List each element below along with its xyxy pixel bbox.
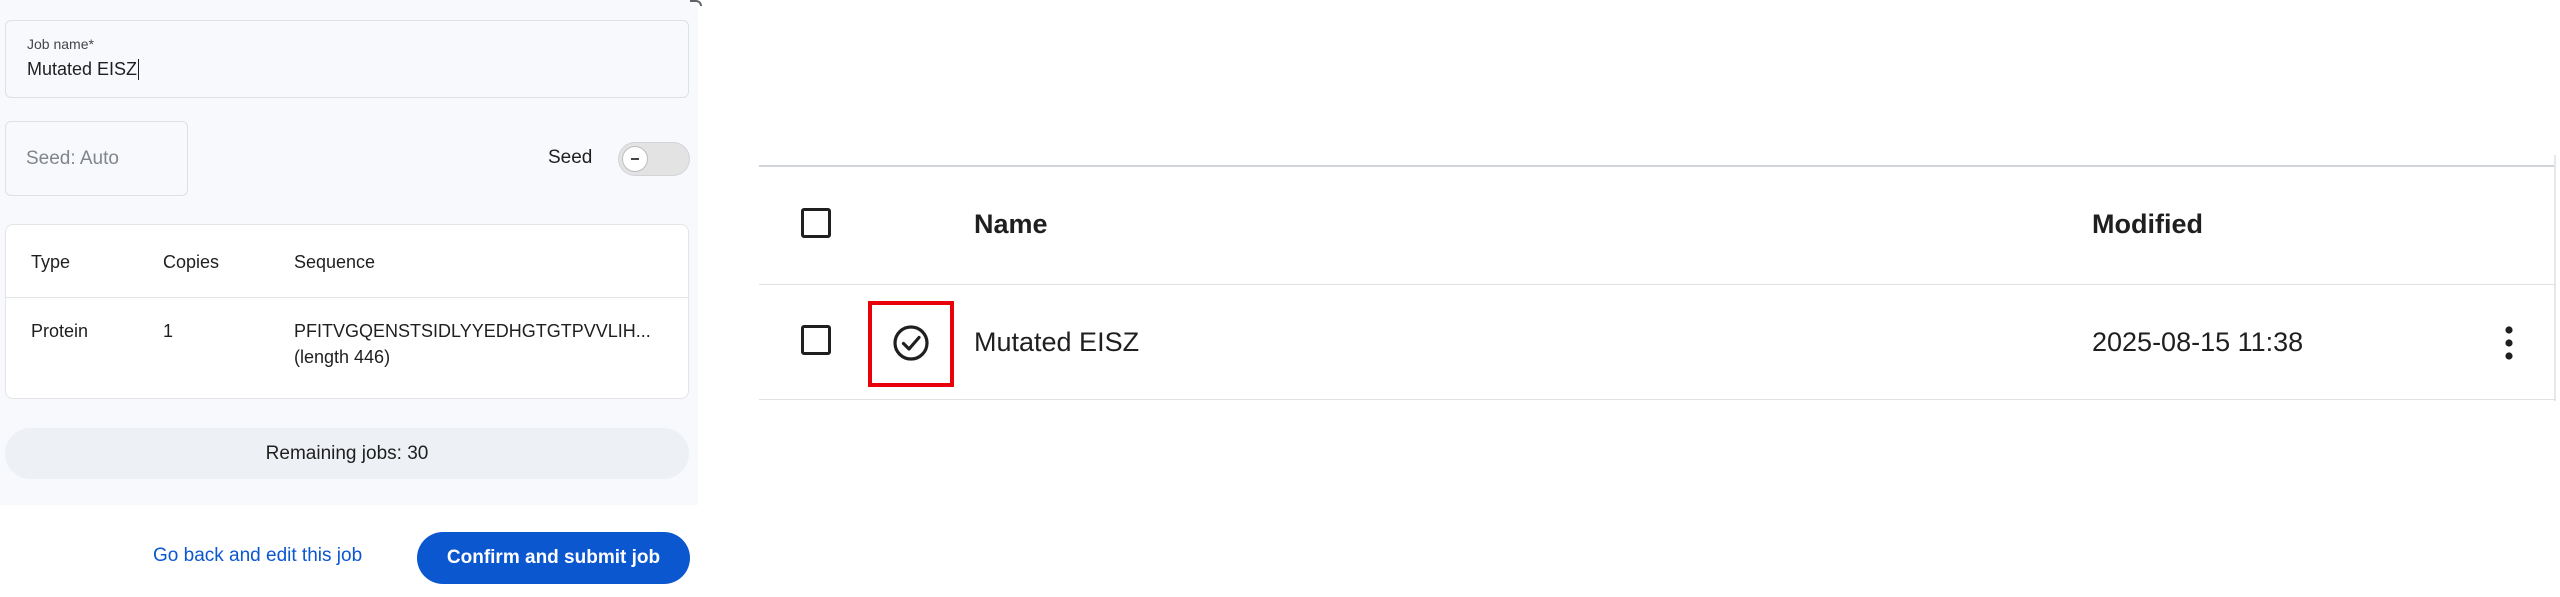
seed-input[interactable] <box>5 121 188 196</box>
job-list: Name Modified Mutated EISZ 2025-08-15 11… <box>759 155 2556 401</box>
header-divider <box>759 284 2556 285</box>
select-all-checkbox[interactable] <box>801 208 831 238</box>
job-name-field[interactable]: Job name* Mutated EISZ <box>5 20 689 98</box>
panel-corner <box>690 0 702 6</box>
cell-sequence: PFITVGQENSTSIDLYYEDHGTGTPVVLIH... <box>294 321 651 341</box>
confirm-submit-button[interactable]: Confirm and submit job <box>417 532 690 584</box>
remaining-jobs-badge: Remaining jobs: 30 <box>5 428 689 479</box>
row-checkbox[interactable] <box>801 325 831 355</box>
list-right-border <box>2554 155 2556 401</box>
toggle-off-icon <box>622 146 648 172</box>
modified-cell: 2025-08-15 11:38 <box>2092 327 2304 357</box>
more-vert-icon[interactable] <box>2494 323 2524 363</box>
column-header-copies: Copies <box>163 252 220 272</box>
list-top-border <box>759 165 2556 167</box>
job-name-input[interactable]: Mutated EISZ <box>27 59 140 80</box>
seed-label: Seed <box>548 147 593 168</box>
job-name-cell[interactable]: Mutated EISZ <box>974 327 1139 358</box>
column-header-type: Type <box>31 252 71 272</box>
row-divider <box>759 399 2556 400</box>
check-circle-icon <box>893 325 929 361</box>
column-header-sequence: Sequence <box>294 252 376 272</box>
sequence-table: Type Copies Sequence Protein 1 PFITVGQEN… <box>5 224 689 399</box>
table-divider <box>6 297 688 298</box>
cell-sequence-length: (length 446) <box>294 347 391 367</box>
column-header-name[interactable]: Name <box>974 209 1048 240</box>
go-back-edit-link[interactable]: Go back and edit this job <box>153 545 362 567</box>
job-confirm-dialog: Job name* Mutated EISZ Seed Type Copies … <box>0 0 698 505</box>
cell-type: Protein <box>31 321 89 341</box>
column-header-modified[interactable]: Modified <box>2092 209 2203 240</box>
seed-toggle[interactable] <box>618 142 690 176</box>
cell-copies: 1 <box>163 321 174 341</box>
job-name-label: Job name* <box>27 36 94 52</box>
